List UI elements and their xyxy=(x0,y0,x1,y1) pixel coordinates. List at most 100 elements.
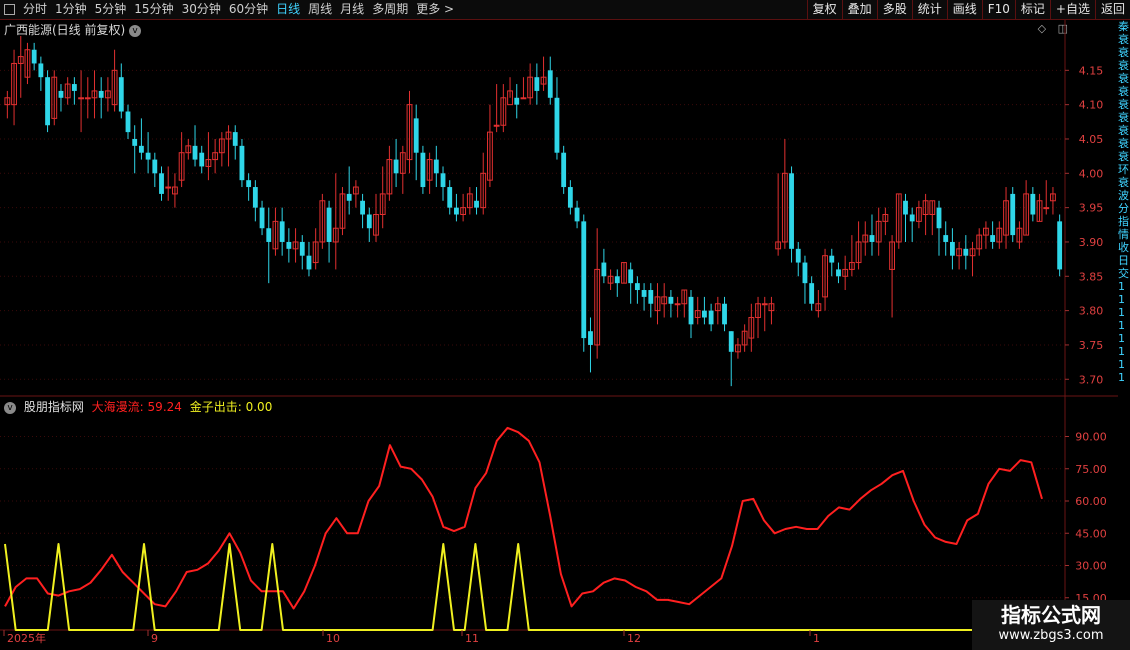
indicator-title: v 股朋指标网 大海漫流: 59.24 金子出击: 0.00 xyxy=(4,398,276,415)
candle-body xyxy=(252,187,258,208)
candle-body xyxy=(299,241,305,256)
strip-char: 交 xyxy=(1118,267,1129,280)
candle-body xyxy=(326,207,332,242)
candle-body xyxy=(641,290,647,297)
series2-label: 金子出击: xyxy=(189,400,242,414)
candle-body xyxy=(668,296,674,304)
candle-body xyxy=(454,207,459,215)
indicator-label: 90.00 xyxy=(1075,431,1107,444)
candle-body xyxy=(165,186,172,189)
price-label: 3.75 xyxy=(1079,339,1104,352)
time-label: 12 xyxy=(627,632,641,645)
candle-body xyxy=(909,214,915,222)
candle-body xyxy=(132,138,138,146)
candle-body xyxy=(561,152,567,188)
strip-char: 衰 xyxy=(1118,59,1129,72)
candle-body xyxy=(259,207,265,229)
candle-body xyxy=(520,97,527,100)
candle-body xyxy=(809,283,815,304)
price-label: 3.70 xyxy=(1079,373,1104,386)
candle-body xyxy=(192,145,198,160)
strip-char: 衰 xyxy=(1118,98,1129,111)
candle-body xyxy=(789,173,794,249)
candle-body xyxy=(393,159,399,174)
strip-char: 1 xyxy=(1118,371,1125,384)
strip-char: 指 xyxy=(1118,215,1129,228)
candle-body xyxy=(440,173,446,188)
watermark: 指标公式网 www.zbgs3.com xyxy=(972,600,1130,650)
candle-body xyxy=(58,90,64,98)
candle-body xyxy=(761,303,768,306)
candle-body xyxy=(547,70,553,98)
candle-body xyxy=(949,241,955,256)
candle-body xyxy=(360,200,365,215)
chevron-down-icon[interactable]: v xyxy=(4,401,16,414)
candle-body xyxy=(118,77,124,112)
strip-char: 1 xyxy=(1118,358,1125,371)
candle-body xyxy=(554,97,560,153)
candle-body xyxy=(31,49,37,64)
candle-body xyxy=(534,77,540,91)
price-label: 4.00 xyxy=(1079,167,1104,180)
candle-body xyxy=(1043,207,1050,210)
price-label: 4.10 xyxy=(1079,99,1104,112)
strip-char: 收 xyxy=(1118,241,1129,254)
candle-body xyxy=(306,255,312,270)
candle-body xyxy=(574,207,580,222)
candle-body xyxy=(366,214,372,229)
candle-body xyxy=(648,290,654,304)
price-label: 3.85 xyxy=(1079,270,1104,283)
strip-char: 情 xyxy=(1118,228,1129,241)
candle-body xyxy=(232,132,238,146)
indicator-name[interactable]: 股朋指标网 xyxy=(24,400,84,414)
candle-body xyxy=(614,276,620,284)
watermark-title: 指标公式网 xyxy=(1001,603,1101,627)
candle-body xyxy=(728,331,734,352)
candle-body xyxy=(71,84,77,91)
watermark-url: www.zbgs3.com xyxy=(998,628,1104,643)
strip-char: 衰 xyxy=(1118,46,1129,59)
candle-body xyxy=(447,187,453,208)
strip-char: 1 xyxy=(1118,319,1125,332)
price-label: 4.15 xyxy=(1079,64,1104,77)
candle-body xyxy=(78,97,84,100)
candle-body xyxy=(286,241,292,249)
indicator-label: 75.00 xyxy=(1075,463,1107,476)
strip-char: 衰 xyxy=(1118,85,1129,98)
series1-label: 大海漫流: xyxy=(91,400,144,414)
candle-body xyxy=(963,248,969,256)
candle-body xyxy=(567,187,573,208)
series1-value: 59.24 xyxy=(147,400,182,414)
strip-char: 衰 xyxy=(1118,33,1129,46)
strip-char: 衰 xyxy=(1118,111,1129,124)
strip-char: 衰 xyxy=(1118,137,1129,150)
candle-body xyxy=(943,235,949,242)
candle-body xyxy=(936,207,942,229)
candle-body xyxy=(601,262,607,277)
candle-body xyxy=(628,269,634,284)
price-label: 3.80 xyxy=(1079,305,1104,318)
strip-char: 衰 xyxy=(1118,124,1129,137)
candle-body xyxy=(722,303,727,325)
strip-char: 1 xyxy=(1118,306,1125,319)
strip-char: 秦 xyxy=(1118,20,1129,33)
strip-char: 日 xyxy=(1118,254,1129,267)
strip-char: 衰 xyxy=(1118,72,1129,85)
candle-body xyxy=(802,262,808,284)
time-label: 10 xyxy=(326,632,340,645)
indicator-label: 60.00 xyxy=(1075,495,1107,508)
candle-body xyxy=(279,221,285,242)
candle-body xyxy=(514,97,520,105)
candle-body xyxy=(125,111,131,133)
candle-body xyxy=(674,303,681,306)
candle-body xyxy=(98,90,104,98)
candle-body xyxy=(1030,193,1036,215)
candle-body xyxy=(413,118,419,153)
strip-char: 1 xyxy=(1118,332,1125,345)
price-label: 3.90 xyxy=(1079,236,1104,249)
candle-body xyxy=(581,221,587,339)
series2-value: 0.00 xyxy=(245,400,273,414)
strip-char: 1 xyxy=(1118,345,1125,358)
candle-body xyxy=(869,235,875,242)
candle-body xyxy=(246,180,252,188)
